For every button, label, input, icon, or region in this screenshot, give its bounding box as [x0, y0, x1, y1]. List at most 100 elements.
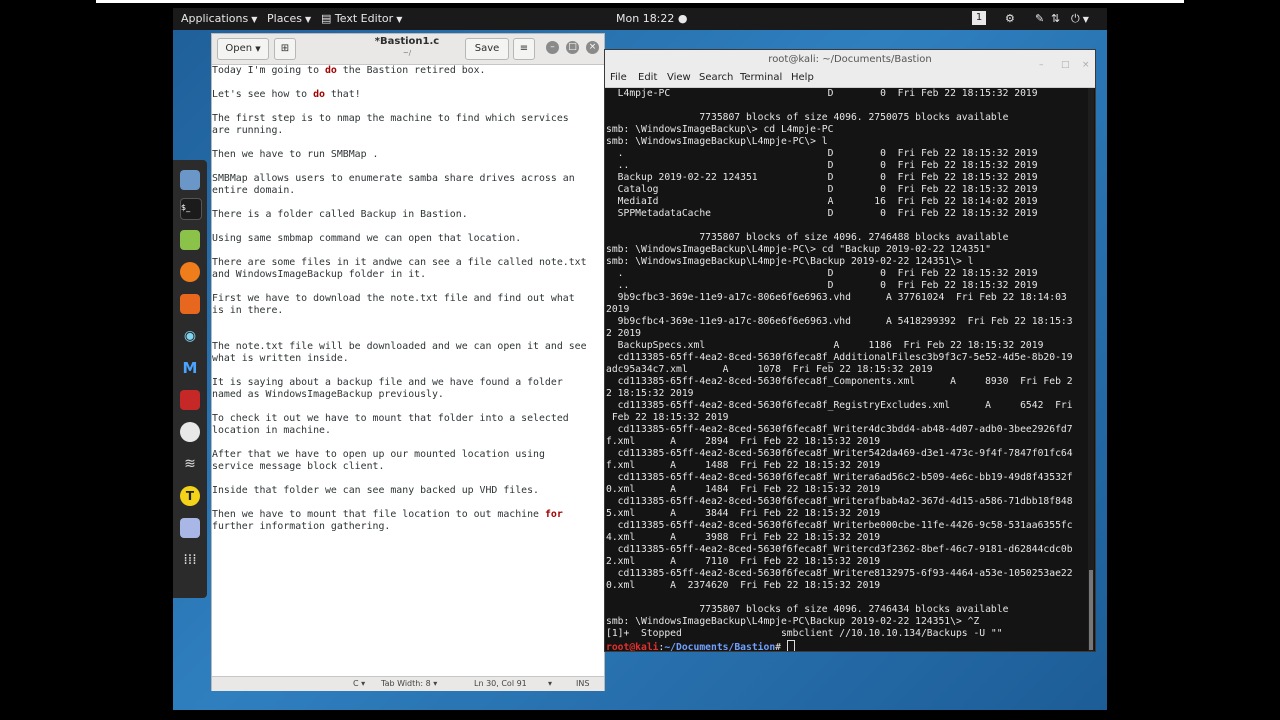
terminal-line: cd113385-65ff-4ea2-8ced-5630f6feca8f_Wri… [606, 544, 1073, 555]
terminal-output[interactable]: L4mpje-PC D 0 Fri Feb 22 18:15:32 2019 7… [605, 88, 1088, 651]
line-text: To check it out we have to mount that fo… [212, 413, 569, 424]
terminal-scrollbar-thumb[interactable] [1089, 570, 1093, 650]
terminal-line: cd113385-65ff-4ea2-8ced-5630f6feca8f_Com… [606, 376, 1073, 387]
menu-view[interactable]: View [667, 72, 691, 83]
terminal-line: smb: \WindowsImageBackup\L4mpje-PC\> cd … [606, 244, 991, 255]
new-document-icon: ⊞ [280, 43, 290, 54]
terminal-line: 9b9cfbc4-369e-11e9-a17c-806e6f6e6963.vhd… [606, 316, 1073, 327]
editor-line: To check it out we have to mount that fo… [212, 413, 604, 425]
prompt-symbol: # [775, 642, 787, 651]
workspace-indicator[interactable]: 1 [972, 11, 986, 25]
language-selector[interactable]: C ▾ [353, 679, 365, 688]
text-editor-window: Open ▼ ⊞ *Bastion1.c ~/ Save ≡ – □ × Tod… [211, 33, 605, 691]
faraday-icon[interactable] [180, 422, 200, 442]
terminal-scrollbar[interactable] [1088, 88, 1094, 651]
position-dropdown-icon[interactable]: ▾ [548, 679, 552, 688]
terminal-cursor [786, 640, 795, 651]
firefox-icon[interactable] [180, 262, 200, 282]
terminal-line: f.xml A 1488 Fri Feb 22 18:15:32 2019 [606, 460, 881, 471]
accessibility-icon[interactable]: ⚙ [1005, 12, 1015, 25]
editor-text-area[interactable]: Today I'm going to do the Bastion retire… [212, 65, 604, 676]
save-button[interactable]: Save [465, 38, 509, 60]
places-menu[interactable]: Places ▼ [267, 12, 311, 25]
cherrytree-icon[interactable] [180, 390, 200, 410]
terminal-line: 2 18:15:32 2019 [606, 388, 694, 399]
terminal-line: smb: \WindowsImageBackup\L4mpje-PC\> l [606, 136, 828, 147]
close-button[interactable]: × [586, 41, 599, 54]
editor-line: SMBMap allows users to enumerate samba s… [212, 173, 604, 185]
dock: $_ ◉ M ≋ T ⁞⁞⁞ [173, 160, 207, 598]
line-text: It is saying about a backup file and we … [212, 377, 563, 388]
terminal-line: cd113385-65ff-4ea2-8ced-5630f6feca8f_Reg… [606, 400, 1073, 411]
cursor-position[interactable]: Ln 30, Col 91 [474, 679, 527, 688]
new-tab-button[interactable]: ⊞ [274, 38, 296, 60]
editor-line: Then we have to mount that file location… [212, 509, 604, 521]
notification-dot-icon: ● [677, 12, 688, 25]
menu-terminal[interactable]: Terminal [740, 72, 782, 83]
menu-icon: ≡ [519, 43, 529, 54]
terminal-line: cd113385-65ff-4ea2-8ced-5630f6feca8f_Wri… [606, 448, 1073, 459]
power-icon[interactable]: ⏻ ▼ [1071, 12, 1089, 26]
open-button[interactable]: Open ▼ [217, 38, 269, 60]
terminal-line: smb: \WindowsImageBackup\L4mpje-PC\Backu… [606, 616, 980, 627]
notes-icon[interactable] [180, 230, 200, 250]
line-text: the Bastion retired box. [336, 65, 486, 76]
text-editor-app-icon: ▤ [321, 12, 335, 25]
maltego-icon[interactable]: ◉ [180, 326, 200, 346]
line-text: location in machine. [212, 425, 331, 436]
files-icon[interactable] [180, 170, 200, 190]
wifi-icon[interactable]: ≋ [180, 454, 200, 474]
editor-line: is in there. [212, 305, 604, 317]
terminal-line: 4.xml A 3988 Fri Feb 22 18:15:32 2019 [606, 532, 881, 543]
editor-line: Inside that folder we can see many backe… [212, 485, 604, 497]
terminal-line: 2 2019 [606, 328, 641, 339]
terminal-line: smb: \WindowsImageBackup\L4mpje-PC\Backu… [606, 256, 974, 267]
terminal-line: .. D 0 Fri Feb 22 18:15:32 2019 [606, 160, 1038, 171]
line-text: There are some files in it andwe can see… [212, 257, 587, 268]
editor-line: entire domain. [212, 185, 604, 197]
terminal-line: smb: \WindowsImageBackup\> cd L4mpje-PC [606, 124, 834, 135]
tab-width-selector[interactable]: Tab Width: 8 ▾ [381, 679, 437, 688]
editor-line: service message block client. [212, 461, 604, 473]
editor-line: Today I'm going to do the Bastion retire… [212, 65, 604, 77]
menu-file[interactable]: File [610, 72, 627, 83]
menu-help[interactable]: Help [791, 72, 814, 83]
terminal-icon[interactable]: $_ [180, 198, 202, 220]
keyword-text: do [313, 89, 325, 100]
tool-icon[interactable]: T [180, 486, 200, 506]
metasploit-icon[interactable]: M [180, 358, 200, 378]
line-text: and WindowsImageBackup folder in it. [212, 269, 427, 280]
desktop: Applications ▼ Places ▼ ▤ Text Editor ▼ Mon… [173, 8, 1107, 710]
text-editor-icon[interactable] [180, 518, 200, 538]
applications-menu[interactable]: Applications ▼ [181, 12, 257, 25]
menu-edit[interactable]: Edit [638, 72, 657, 83]
clock[interactable]: Mon 18:22 ● [616, 12, 688, 25]
maximize-button[interactable]: □ [566, 41, 579, 54]
terminal-line: adc95a34c7.xml A 1078 Fri Feb 22 18:15:3… [606, 364, 933, 375]
keyword-text: for [544, 509, 563, 520]
terminal-line: 7735807 blocks of size 4096. 2746488 blo… [606, 232, 1009, 243]
menu-search[interactable]: Search [699, 72, 733, 83]
line-text: what is written inside. [212, 353, 349, 364]
minimize-button[interactable]: – [546, 41, 559, 54]
show-apps-icon[interactable]: ⁞⁞⁞ [180, 550, 200, 570]
text-editor-menu[interactable]: ▤ Text Editor ▼ [321, 12, 402, 25]
hamburger-menu-button[interactable]: ≡ [513, 38, 535, 60]
burpsuite-icon[interactable] [180, 294, 200, 314]
terminal-line: 0.xml A 1484 Fri Feb 22 18:15:32 2019 [606, 484, 881, 495]
prompt-user: root@kali [606, 642, 659, 651]
line-text: Inside that folder we can see many backe… [212, 485, 539, 496]
terminal-line: 9b9cfbc3-369e-11e9-a17c-806e6f6e6963.vhd… [606, 292, 1067, 303]
editor-line: location in machine. [212, 425, 604, 437]
line-text: service message block client. [212, 461, 385, 472]
terminal-line: cd113385-65ff-4ea2-8ced-5630f6feca8f_Wri… [606, 472, 1073, 483]
network-icon[interactable]: ⇅ [1051, 12, 1060, 25]
tools-icon[interactable]: ✎ [1035, 12, 1044, 25]
terminal-line: BackupSpecs.xml A 1186 Fri Feb 22 18:15:… [606, 340, 1044, 351]
